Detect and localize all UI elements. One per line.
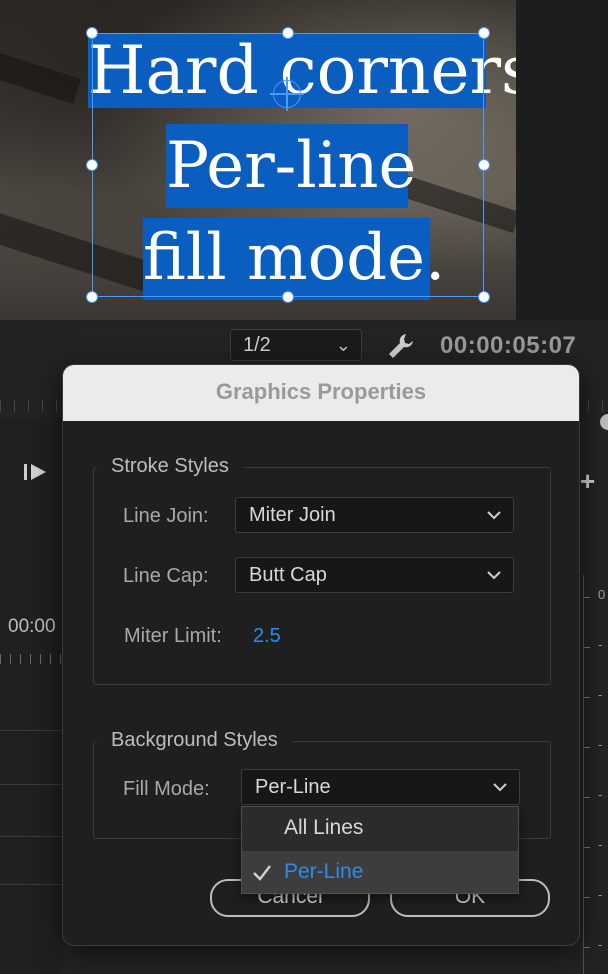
- fill-mode-value: Per-Line: [255, 776, 331, 798]
- line-join-select[interactable]: Miter Join: [235, 497, 514, 533]
- fill-mode-label: Fill Mode:: [123, 778, 210, 800]
- meter-label: -: [598, 937, 603, 952]
- resize-handle-left[interactable]: [86, 159, 98, 171]
- dialog-title[interactable]: Graphics Properties: [63, 365, 579, 421]
- meter-tick: [584, 747, 590, 748]
- fill-mode-dropdown-menu: All Lines Per-Line: [241, 806, 519, 894]
- resize-handle-bottom[interactable]: [282, 291, 294, 303]
- chevron-down-icon: [487, 511, 501, 520]
- meter-tick: [584, 847, 590, 848]
- timeline-timecode[interactable]: 00:00: [8, 616, 56, 638]
- resize-handle-bottom-left[interactable]: [86, 291, 98, 303]
- fill-mode-option-per-line[interactable]: Per-Line: [242, 851, 518, 893]
- meter-label: -: [598, 637, 603, 652]
- playback-resolution-select[interactable]: 1/2 ⌄: [230, 329, 362, 361]
- meter-tick: [584, 797, 590, 798]
- plus-icon[interactable]: +: [580, 466, 595, 497]
- text-bounding-box[interactable]: [92, 33, 484, 297]
- wrench-icon[interactable]: [386, 331, 416, 361]
- chevron-down-icon: ⌄: [335, 335, 351, 355]
- chevron-down-icon: [493, 783, 507, 792]
- fill-mode-select[interactable]: Per-Line: [241, 769, 520, 805]
- anchor-point-icon[interactable]: [270, 77, 304, 111]
- playhead-timecode[interactable]: 00:00:05:07: [440, 332, 576, 360]
- line-cap-select[interactable]: Butt Cap: [235, 557, 514, 593]
- option-label: Per-Line: [284, 860, 364, 883]
- step-play-icon[interactable]: [22, 460, 48, 484]
- meter-label: 0: [598, 587, 606, 602]
- meter-label: -: [598, 837, 603, 852]
- resize-handle-top-right[interactable]: [478, 27, 490, 39]
- meter-tick: [584, 947, 590, 948]
- option-label: All Lines: [284, 816, 364, 839]
- playback-resolution-value: 1/2: [243, 334, 271, 356]
- meter-label: -: [598, 687, 603, 702]
- meter-label: -: [598, 787, 603, 802]
- line-cap-label: Line Cap:: [123, 565, 209, 587]
- meter-tick: [584, 597, 590, 598]
- chevron-down-icon: [487, 571, 501, 580]
- resize-handle-bottom-right[interactable]: [478, 291, 490, 303]
- checkmark-icon: [253, 865, 271, 881]
- program-monitor-video[interactable]: Hard corners Per-line fill mode.: [0, 0, 516, 320]
- meter-label: -: [598, 887, 603, 902]
- timeline-left-panel: [0, 418, 62, 974]
- meter-tick: [584, 897, 590, 898]
- background-styles-label: Background Styles: [97, 729, 292, 752]
- miter-limit-label: Miter Limit:: [124, 625, 222, 647]
- resize-handle-top[interactable]: [282, 27, 294, 39]
- video-shadow: [0, 42, 82, 104]
- miter-limit-value[interactable]: 2.5: [253, 625, 281, 648]
- audio-meter: 0 - - - - - - -: [583, 575, 608, 974]
- resize-handle-top-left[interactable]: [86, 27, 98, 39]
- meter-label: -: [598, 737, 603, 752]
- line-join-label: Line Join:: [123, 505, 209, 527]
- resize-handle-right[interactable]: [478, 159, 490, 171]
- meter-tick: [584, 647, 590, 648]
- fill-mode-option-all-lines[interactable]: All Lines: [242, 807, 518, 849]
- line-join-value: Miter Join: [249, 504, 336, 526]
- playhead-marker[interactable]: [600, 414, 608, 430]
- line-cap-value: Butt Cap: [249, 564, 327, 586]
- timeline-ruler-ticks: [0, 654, 62, 664]
- meter-tick: [584, 697, 590, 698]
- monitor-side-area: [516, 0, 608, 320]
- stroke-styles-label: Stroke Styles: [97, 455, 243, 478]
